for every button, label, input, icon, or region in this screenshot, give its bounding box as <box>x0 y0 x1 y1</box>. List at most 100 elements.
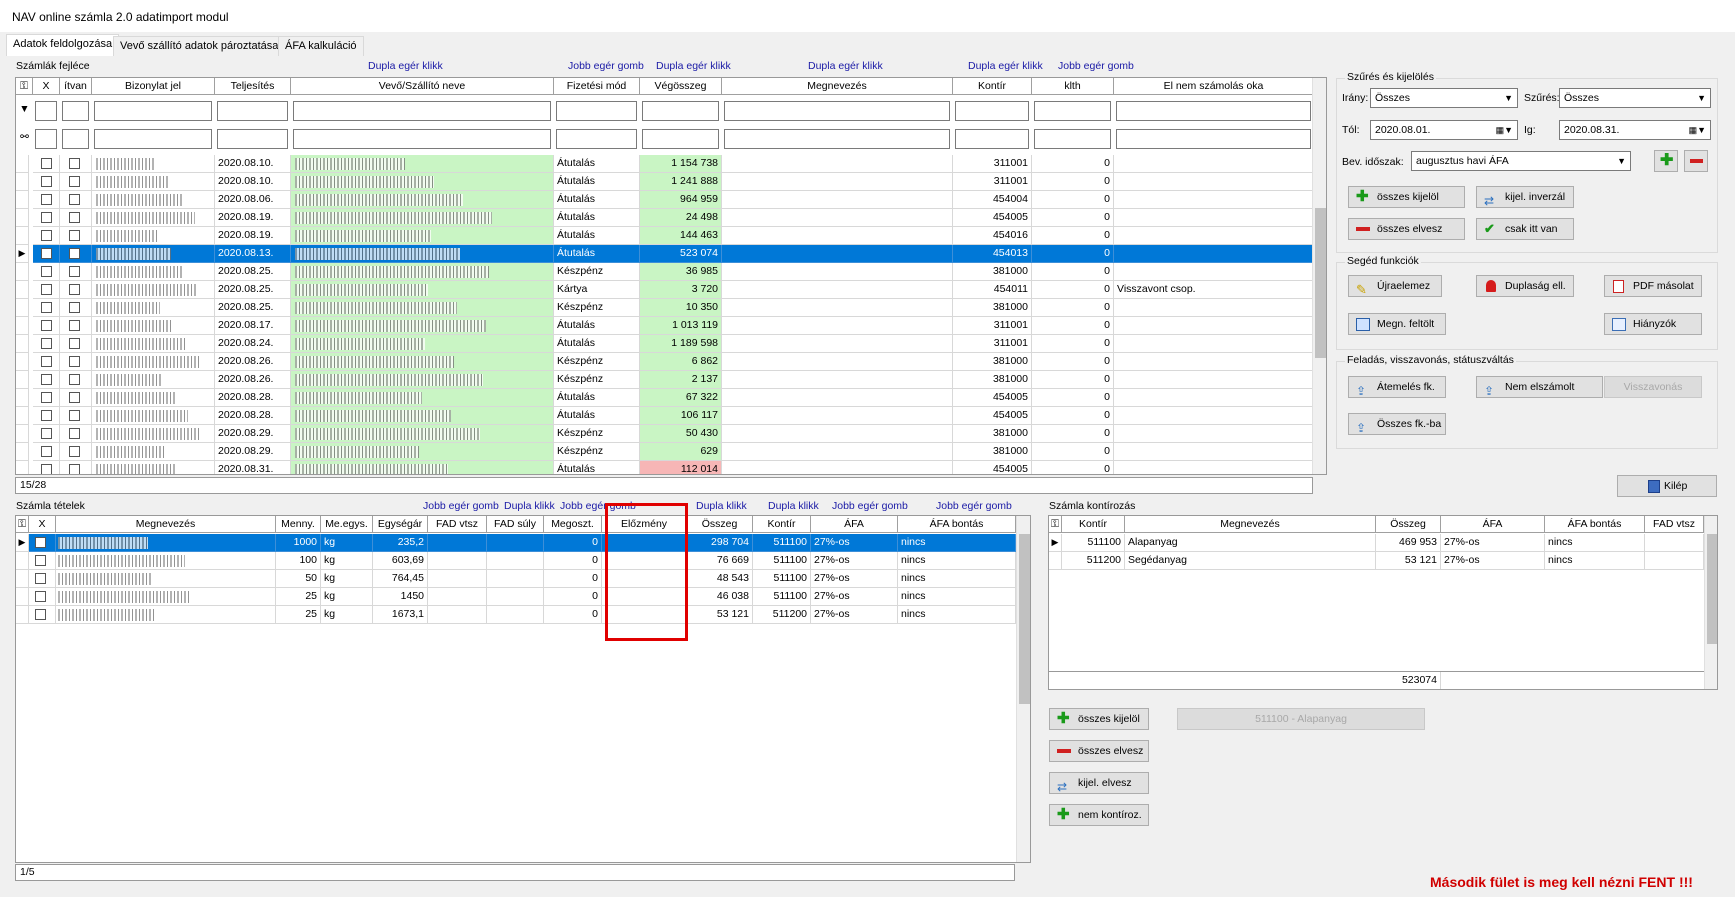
filter-input[interactable] <box>217 101 288 121</box>
column-header[interactable]: Összeg <box>1376 516 1441 533</box>
checkbox[interactable] <box>69 176 80 187</box>
column-header[interactable]: Teljesítés <box>215 78 291 95</box>
revoke-button[interactable]: Visszavonás <box>1604 376 1702 398</box>
checkbox[interactable] <box>69 302 80 313</box>
checkbox[interactable] <box>41 356 52 367</box>
column-header[interactable]: Megnevezés <box>56 516 276 533</box>
column-header[interactable]: Fizetési mód <box>554 78 640 95</box>
column-header[interactable]: X <box>33 78 60 95</box>
all-fk-button[interactable]: ⇪ Összes fk.-ba <box>1348 413 1446 435</box>
checkbox[interactable] <box>69 374 80 385</box>
filter-input[interactable] <box>1034 129 1111 149</box>
tab-adatok[interactable]: Adatok feldolgozása <box>6 34 120 56</box>
invoice-items-grid[interactable]: ⚿ X Megnevezés Menny. Me.egys. Egységár FAD vt… <box>15 515 1031 863</box>
checkbox[interactable] <box>69 446 80 457</box>
kontir-selected-button[interactable]: 511100 - Alapanyag <box>1177 708 1425 730</box>
filter-input[interactable] <box>955 101 1029 121</box>
invoice-header-grid[interactable]: ⚿ Xítvan Bizonylat jel Teljesítés Vevő/Száll… <box>15 77 1327 475</box>
column-header[interactable]: Vevő/Szállító neve <box>291 78 554 95</box>
duplicate-check-button[interactable]: Duplaság ell. <box>1476 275 1574 297</box>
column-header[interactable]: ÁFA bontás <box>1545 516 1645 533</box>
filter-input[interactable] <box>724 101 950 121</box>
filter-input[interactable] <box>556 129 637 149</box>
checkbox[interactable] <box>69 230 80 241</box>
checkbox[interactable] <box>69 284 80 295</box>
column-header[interactable]: El nem számolás oka <box>1114 78 1314 95</box>
filter-input[interactable] <box>1116 129 1311 149</box>
column-header[interactable]: Me.egys. <box>321 516 373 533</box>
checkbox[interactable] <box>69 320 80 331</box>
checkbox[interactable] <box>41 194 52 205</box>
column-header[interactable]: Kontír <box>953 78 1032 95</box>
ig-date[interactable]: 2020.08.31. ▦▼ <box>1559 120 1711 140</box>
column-header[interactable]: ÁFA <box>1441 516 1545 533</box>
checkbox[interactable] <box>69 392 80 403</box>
column-header[interactable]: Egységár <box>373 516 428 533</box>
column-header[interactable]: FAD vtsz <box>1645 516 1704 533</box>
column-header[interactable]: Megoszt. <box>544 516 602 533</box>
kontir-not-button[interactable]: ✚ nem kontíroz. <box>1049 804 1149 826</box>
filter-input[interactable] <box>955 129 1029 149</box>
filter-input[interactable] <box>217 129 288 149</box>
filter-input[interactable] <box>62 129 89 149</box>
checkbox[interactable] <box>69 266 80 277</box>
column-header[interactable]: Megnevezés <box>1125 516 1376 533</box>
filter-input[interactable] <box>642 129 719 149</box>
fill-names-button[interactable]: Megn. feltölt <box>1348 313 1446 335</box>
only-here-button[interactable]: ✔ csak itt van <box>1476 218 1574 240</box>
szures-select[interactable]: Összes ▼ <box>1559 88 1711 108</box>
filter-input[interactable] <box>293 129 551 149</box>
column-header[interactable]: Menny. <box>276 516 321 533</box>
column-header[interactable]: Megnevezés <box>722 78 953 95</box>
checkbox[interactable] <box>35 537 46 548</box>
column-header[interactable]: FAD súly <box>487 516 544 533</box>
checkbox[interactable] <box>69 356 80 367</box>
checkbox[interactable] <box>41 464 52 474</box>
column-header[interactable]: Összeg <box>687 516 753 533</box>
column-header[interactable]: klth <box>1032 78 1114 95</box>
scroll-thumb[interactable] <box>1315 208 1326 358</box>
checkbox[interactable] <box>41 212 52 223</box>
pdf-copy-button[interactable]: PDF másolat <box>1604 275 1702 297</box>
kontir-grid[interactable]: ⚿ Kontír Megnevezés Összeg ÁFA ÁFA bontás FAD … <box>1048 515 1718 690</box>
checkbox[interactable] <box>35 573 46 584</box>
checkbox[interactable] <box>41 446 52 457</box>
checkbox[interactable] <box>41 248 52 259</box>
column-header[interactable]: ÁFA bontás <box>898 516 1016 533</box>
column-header[interactable]: Bizonylat jel <box>92 78 215 95</box>
filter-input[interactable] <box>1116 101 1311 121</box>
checkbox[interactable] <box>69 428 80 439</box>
kontir-select-all-button[interactable]: ✚ összes kijelöl <box>1049 708 1149 730</box>
remove-period-button[interactable] <box>1684 150 1708 172</box>
filter-input[interactable] <box>724 129 950 149</box>
reparse-button[interactable]: ✎ Újraelemez <box>1348 275 1442 297</box>
tab-afa[interactable]: ÁFA kalkuláció <box>278 36 364 56</box>
column-header[interactable]: ÁFA <box>811 516 898 533</box>
not-settled-button[interactable]: ⇪ Nem elszámolt <box>1476 376 1603 398</box>
checkbox[interactable] <box>35 609 46 620</box>
checkbox[interactable] <box>41 374 52 385</box>
filter-input[interactable] <box>556 101 637 121</box>
column-header[interactable]: X <box>29 516 56 533</box>
checkbox[interactable] <box>41 158 52 169</box>
add-period-button[interactable]: ✚ <box>1654 150 1678 172</box>
column-header[interactable]: Kontír <box>753 516 811 533</box>
checkbox[interactable] <box>41 302 52 313</box>
exit-button[interactable]: Kilép <box>1617 475 1717 497</box>
tab-parositas[interactable]: Vevő szállító adatok pároztatása <box>113 36 286 56</box>
column-header[interactable]: Kontír <box>1062 516 1125 533</box>
checkbox[interactable] <box>69 464 80 474</box>
tol-date[interactable]: 2020.08.01. ▦▼ <box>1370 120 1518 140</box>
drop-all-button[interactable]: összes elvesz <box>1348 218 1465 240</box>
checkbox[interactable] <box>41 428 52 439</box>
missing-button[interactable]: Hiányzók <box>1604 313 1702 335</box>
irany-select[interactable]: Összes ▼ <box>1370 88 1518 108</box>
bev-select[interactable]: augusztus havi ÁFA ▼ <box>1411 151 1631 171</box>
filter-input[interactable] <box>293 101 551 121</box>
checkbox[interactable] <box>69 248 80 259</box>
kontir-drop-all-button[interactable]: összes elvesz <box>1049 740 1149 762</box>
checkbox[interactable] <box>41 284 52 295</box>
transfer-button[interactable]: ⇪ Átemelés fk. <box>1348 376 1446 398</box>
filter-input[interactable] <box>94 101 212 121</box>
checkbox[interactable] <box>69 158 80 169</box>
